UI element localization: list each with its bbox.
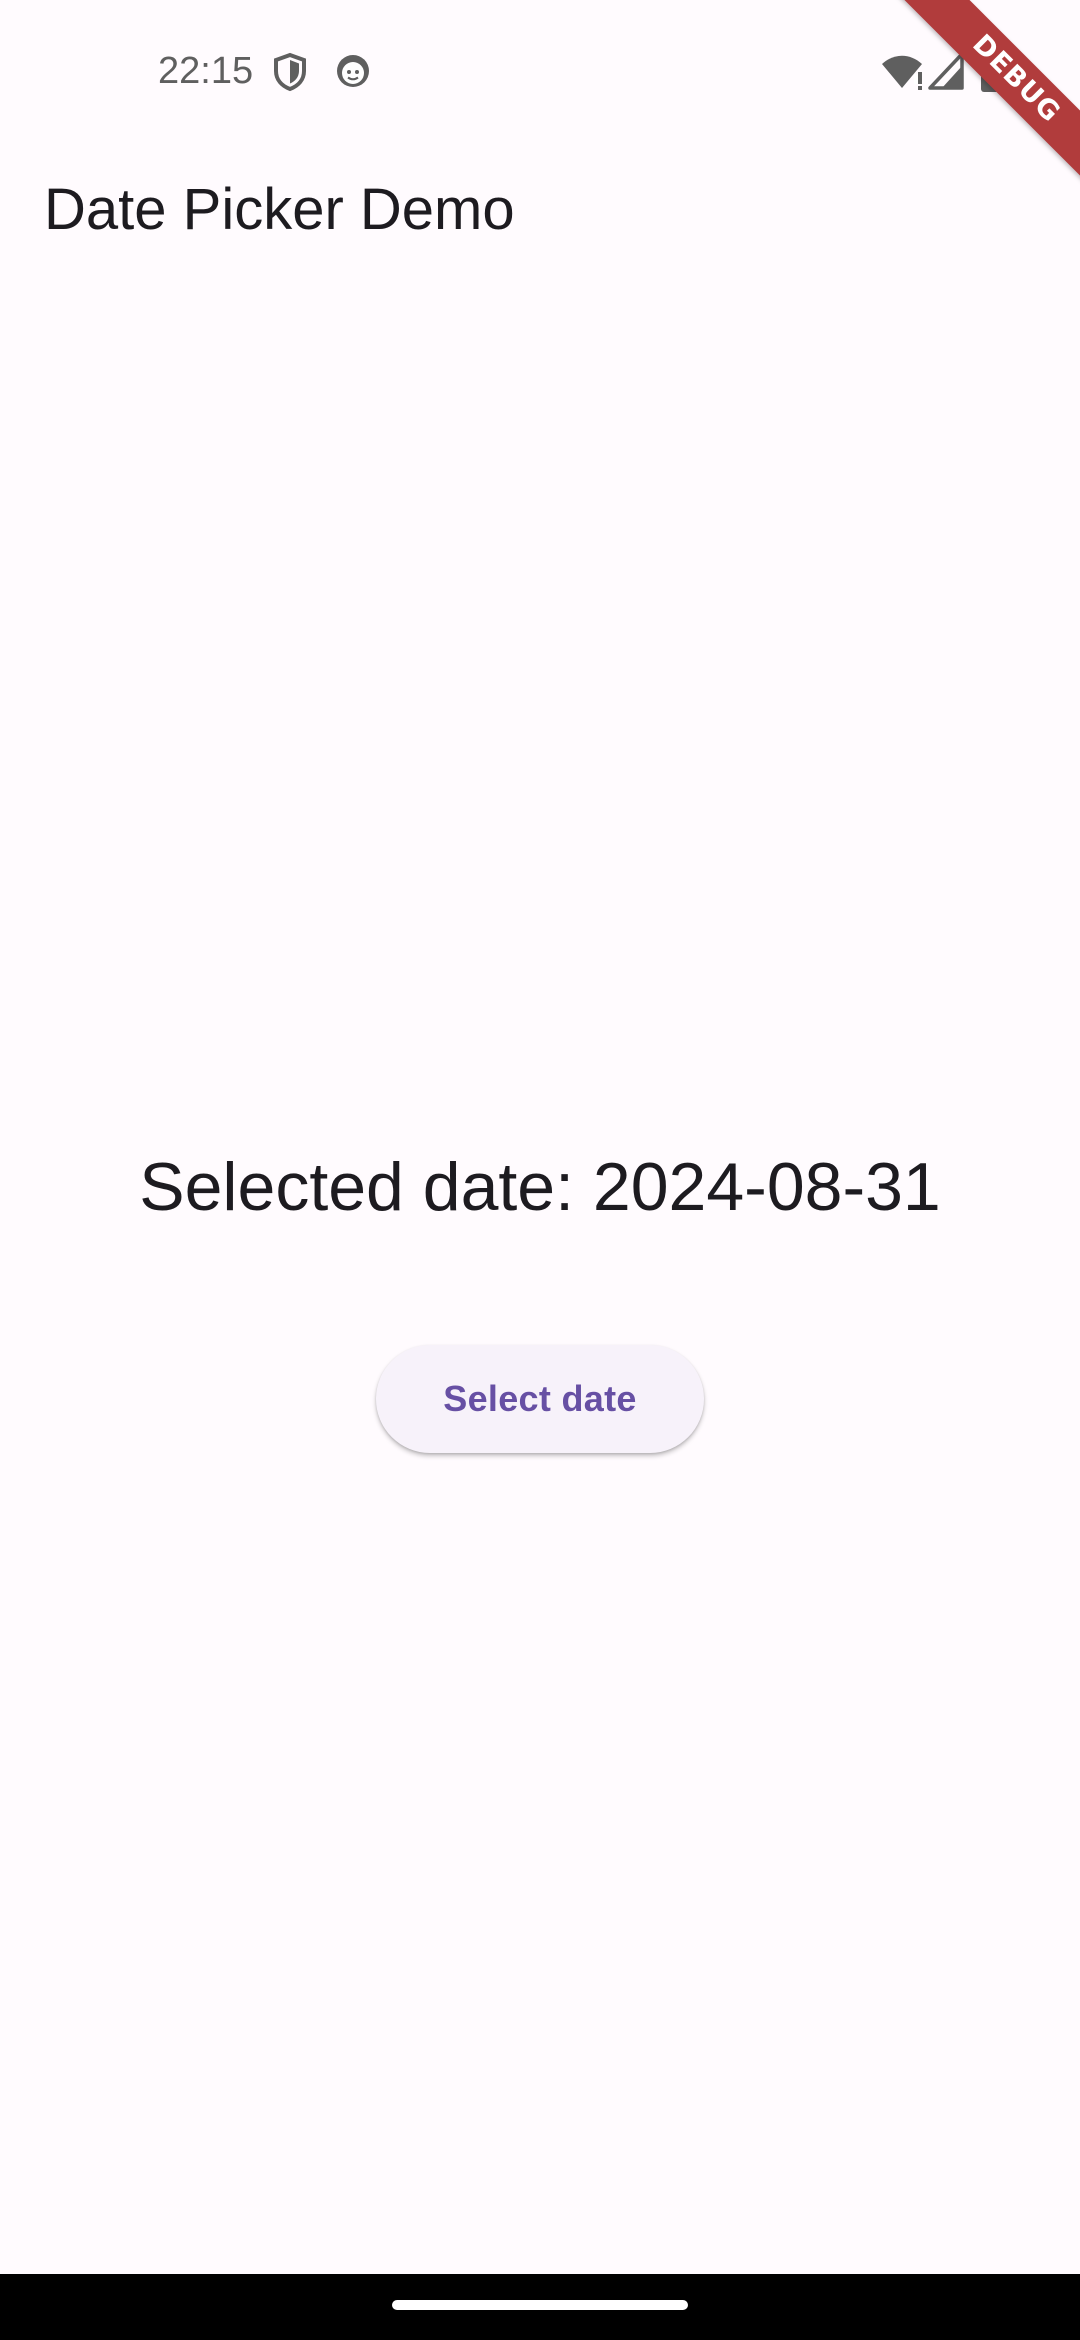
signal-icon: [928, 52, 964, 90]
select-date-button-label: Select date: [443, 1378, 637, 1419]
status-time: 22:15: [158, 50, 254, 92]
face-icon: [337, 55, 369, 87]
select-date-button[interactable]: Select date: [376, 1345, 704, 1453]
selected-date-text: Selected date: 2024-08-31: [139, 1149, 941, 1225]
home-indicator[interactable]: [392, 2300, 688, 2310]
shield-icon: [274, 52, 306, 92]
wifi-icon: [882, 55, 922, 90]
page-title: Date Picker Demo: [44, 177, 515, 242]
battery-icon: [981, 50, 1003, 92]
status-bar: 22:15: [0, 0, 1080, 140]
